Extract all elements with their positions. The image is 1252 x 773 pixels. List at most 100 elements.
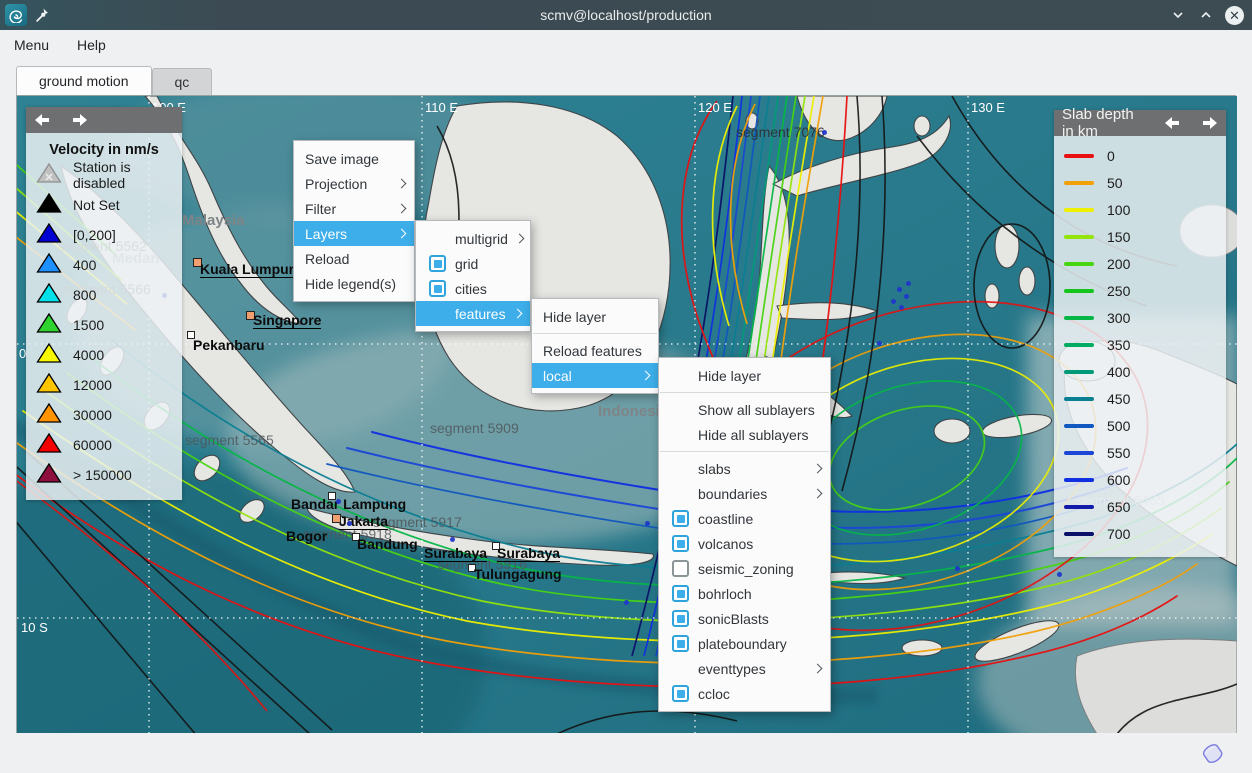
legend-item-12000: 12000 <box>26 370 182 400</box>
menu-item-cities[interactable]: cities <box>416 276 530 301</box>
menu-item-sonicblasts[interactable]: sonicBlasts <box>659 606 830 631</box>
menu-separator <box>533 333 657 334</box>
checkbox-checked[interactable] <box>670 606 698 631</box>
checkbox-unchecked[interactable] <box>670 556 698 581</box>
menu-bar-item-menu[interactable]: Menu <box>14 37 49 53</box>
legend-prev-arrow-icon[interactable] <box>1164 116 1182 130</box>
checkbox-checked[interactable] <box>670 631 698 656</box>
menu-item-projection[interactable]: Projection <box>294 171 414 196</box>
menu-item-grid[interactable]: grid <box>416 251 530 276</box>
checkbox-checked[interactable] <box>427 251 455 276</box>
city-marker-bandung <box>352 533 360 541</box>
legend-item-label: 50 <box>1107 175 1123 191</box>
menu-item-local[interactable]: local <box>532 363 658 388</box>
menu-item-coastline[interactable]: coastline <box>659 506 830 531</box>
triangle-icon <box>36 402 62 429</box>
legend-item-label: 250 <box>1107 283 1130 299</box>
velocity-legend-items: Station is disabled Not Set [0,200] 400 … <box>26 160 182 500</box>
checkbox-checked[interactable] <box>427 276 455 301</box>
line-swatch <box>1064 235 1094 239</box>
menu-item-label: Filter <box>305 201 390 217</box>
menu-item-filter[interactable]: Filter <box>294 196 414 221</box>
menu-separator <box>660 451 829 452</box>
menu-item-reload-features[interactable]: Reload features <box>532 338 658 363</box>
menu-item-hide-layer[interactable]: Hide layer <box>659 363 830 388</box>
legend-prev-arrow-icon[interactable] <box>34 113 52 127</box>
slab-legend-header: Slab depth in km <box>1054 110 1226 136</box>
legend-item-0-200: [0,200] <box>26 220 182 250</box>
legend-next-arrow-icon[interactable] <box>1200 116 1218 130</box>
tab-qc[interactable]: qc <box>152 68 213 95</box>
menu-item-ccloc[interactable]: ccloc <box>659 681 830 706</box>
menu-item-features[interactable]: features <box>416 301 530 326</box>
legend-item-800: 800 <box>26 280 182 310</box>
legend-item-250: 250 <box>1054 277 1226 304</box>
map-canvas[interactable] <box>16 95 1236 733</box>
city-marker-jakarta <box>332 514 341 523</box>
menu-item-layers[interactable]: Layers <box>294 221 414 246</box>
legend-item-0: 0 <box>1054 142 1226 169</box>
menu-item-reload[interactable]: Reload <box>294 246 414 271</box>
menu-item-boundaries[interactable]: boundaries <box>659 481 830 506</box>
menu-item-eventtypes[interactable]: eventtypes <box>659 656 830 681</box>
submenu-chevron-icon <box>397 179 407 189</box>
menu-item-label: Hide layer <box>698 368 821 384</box>
menu-item-label: features <box>455 306 506 322</box>
legend-item-550: 550 <box>1054 439 1226 466</box>
line-swatch <box>1064 451 1094 455</box>
menu-item-bohrloch[interactable]: bohrloch <box>659 581 830 606</box>
checkbox-checked[interactable] <box>670 506 698 531</box>
menu-item-label: Reload <box>305 251 405 267</box>
legend-item-label: 550 <box>1107 445 1130 461</box>
menu-item-slabs[interactable]: slabs <box>659 456 830 481</box>
menu-item-hide-layer[interactable]: Hide layer <box>532 304 658 329</box>
legend-item-150000: > 150000 <box>26 460 182 490</box>
menu-item-label: multigrid <box>455 231 508 247</box>
checkbox-checked[interactable] <box>670 531 698 556</box>
tab-ground-motion[interactable]: ground motion <box>16 66 152 95</box>
legend-item-350: 350 <box>1054 331 1226 358</box>
minimize-button[interactable] <box>1169 6 1187 24</box>
menu-item-label: plateboundary <box>698 636 821 652</box>
legend-next-arrow-icon[interactable] <box>70 113 88 127</box>
submenu-chevron-icon <box>813 489 823 499</box>
line-swatch <box>1064 397 1094 401</box>
checkbox-checked[interactable] <box>670 681 698 706</box>
legend-item-label: 0 <box>1107 148 1115 164</box>
features-submenu: Hide layer Reload featureslocal <box>531 298 659 394</box>
legend-item-label: 700 <box>1107 526 1130 542</box>
submenu-chevron-icon <box>397 229 407 239</box>
menu-item-show-all-sublayers[interactable]: Show all sublayers <box>659 397 830 422</box>
event-marker <box>450 537 455 542</box>
checkbox-checked[interactable] <box>670 581 698 606</box>
line-swatch <box>1064 424 1094 428</box>
submenu-chevron-icon <box>641 371 651 381</box>
menu-item-multigrid[interactable]: multigrid <box>416 226 530 251</box>
submenu-chevron-icon <box>397 204 407 214</box>
menu-item-hide-legend-s[interactable]: Hide legend(s) <box>294 271 414 296</box>
menu-item-label: seismic_zoning <box>698 561 821 577</box>
menu-item-save-image[interactable]: Save image <box>294 146 414 171</box>
velocity-legend-title: Velocity in nm/s <box>26 142 182 158</box>
menu-gutter <box>427 226 455 251</box>
maximize-button[interactable] <box>1197 6 1215 24</box>
menu-bar-item-help[interactable]: Help <box>77 37 106 53</box>
triangle-icon <box>36 312 62 339</box>
titlebar: scmv@localhost/production ✕ <box>0 0 1252 30</box>
line-swatch <box>1064 532 1094 536</box>
submenu-chevron-icon <box>813 664 823 674</box>
menu-item-volcanos[interactable]: volcanos <box>659 531 830 556</box>
legend-item-300: 300 <box>1054 304 1226 331</box>
menu-item-seismic-zoning[interactable]: seismic_zoning <box>659 556 830 581</box>
close-button[interactable]: ✕ <box>1225 6 1244 25</box>
legend-item-label: 400 <box>1107 364 1130 380</box>
line-swatch <box>1064 505 1094 509</box>
legend-item-label: 300 <box>1107 310 1130 326</box>
legend-item-not-set: Not Set <box>26 190 182 220</box>
menu-item-label: Projection <box>305 176 390 192</box>
menu-item-plateboundary[interactable]: plateboundary <box>659 631 830 656</box>
menu-item-hide-all-sublayers[interactable]: Hide all sublayers <box>659 422 830 447</box>
menu-gutter <box>670 397 698 422</box>
menu-item-label: coastline <box>698 511 821 527</box>
legend-item-450: 450 <box>1054 385 1226 412</box>
